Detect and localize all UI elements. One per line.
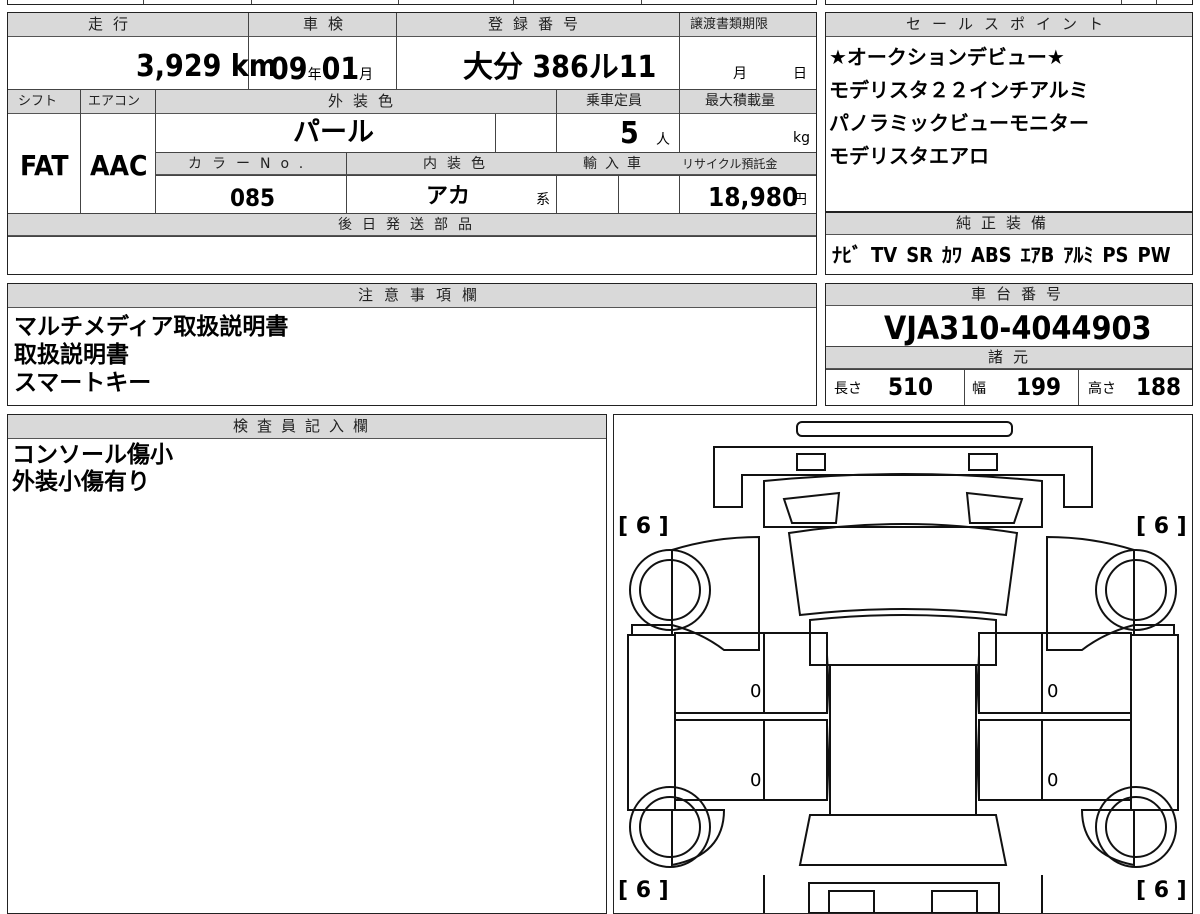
interior-color: アカ <box>426 184 471 209</box>
recycle-unit: 円 <box>793 192 807 208</box>
tire-reading-rear-left: [ 6 ] <box>618 878 669 903</box>
shift-label: シフト <box>18 94 58 109</box>
door-mark: 0 <box>750 681 761 702</box>
color-no-label: カラーNo. <box>188 156 314 172</box>
length-value: 510 <box>888 373 934 401</box>
max-load-label: 最大積載量 <box>705 93 775 109</box>
later-parts-label: 後日発送部品 <box>338 217 482 233</box>
interior-color-label: 内装色 <box>423 156 495 172</box>
inspection-date: 09年01月 <box>270 52 374 87</box>
deadline-month-unit: 月 <box>733 66 747 82</box>
specs-title: 諸元 <box>988 348 1039 366</box>
equipment-item: PW <box>1137 243 1171 267</box>
capacity-label: 乗車定員 <box>586 93 642 109</box>
door-mark: 0 <box>750 770 761 791</box>
vehicle-info-panel: 走行 車検 登録番号 譲渡書類期限 3,929 km 09年01月 大分 386… <box>7 12 817 275</box>
exterior-color: パール <box>293 117 374 148</box>
inspector-title: 検査員記入欄 <box>233 417 378 435</box>
notes-line: スマートキー <box>14 370 152 396</box>
chassis-panel: 車台番号 VJA310-4044903 諸元 長さ 510 幅 199 高さ 1… <box>825 283 1193 406</box>
sales-point-item: モデリスタエアロ <box>829 144 989 168</box>
tire-reading-front-right: [ 6 ] <box>1136 514 1187 539</box>
import-label: 輸入車 <box>583 156 649 172</box>
length-label: 長さ <box>834 381 862 397</box>
transfer-deadline-label: 譲渡書類期限 <box>690 17 769 32</box>
equipment-title: 純正装備 <box>956 214 1057 232</box>
vehicle-diagram-panel: [ 6 ] [ 6 ] [ 6 ] [ 6 ] 0 0 0 0 <box>613 414 1193 914</box>
registration-number: 大分 386ル11 <box>463 50 657 85</box>
capacity-value: 5 <box>620 116 639 151</box>
sales-point-item: ★オークションデビュー★ <box>829 45 1065 69</box>
recycle-fee: 18,980 <box>708 183 799 213</box>
top-strip-right <box>825 0 1193 5</box>
car-damage-diagram: [ 6 ] [ 6 ] [ 6 ] [ 6 ] 0 0 0 0 <box>618 421 1187 913</box>
notes-line: マルチメディア取扱説明書 <box>14 314 289 340</box>
height-value: 188 <box>1136 373 1182 401</box>
equipment-item: TV <box>871 243 898 267</box>
inspector-line: 外装小傷有り <box>12 469 150 495</box>
equipment-item: ｴｱB <box>1020 243 1055 267</box>
color-no-value: 085 <box>230 184 276 212</box>
door-mark: 0 <box>1047 770 1058 791</box>
equipment-item: PS <box>1102 243 1129 267</box>
chassis-number: VJA310-4044903 <box>884 309 1152 347</box>
chassis-title: 車台番号 <box>971 285 1072 303</box>
equipment-panel: 純正装備 ﾅﾋﾞ TV SR ｶﾜ ABS ｴｱB ｱﾙﾐ PS PW <box>825 212 1193 275</box>
equipment-item: ﾅﾋﾞ <box>832 243 862 267</box>
top-strip <box>7 0 817 5</box>
equipment-item: SR <box>906 243 934 267</box>
equipment-item: ABS <box>971 243 1012 267</box>
aircon-label: エアコン <box>88 94 141 109</box>
equipment-item: ｱﾙﾐ <box>1063 243 1094 267</box>
inspector-line: コンソール傷小 <box>12 442 173 468</box>
inspection-label: 車検 <box>303 15 354 33</box>
shift-value: FAT <box>20 149 69 182</box>
sales-points-panel: セールスポイント ★オークションデビュー★ モデリスタ２２インチアルミ パノラミ… <box>825 12 1193 212</box>
deadline-day-unit: 日 <box>793 66 807 82</box>
aircon-value: AAC <box>90 149 148 182</box>
sales-point-item: モデリスタ２２インチアルミ <box>829 78 1089 102</box>
sales-point-item: パノラミックビューモニター <box>829 111 1089 135</box>
height-label: 高さ <box>1088 381 1116 397</box>
equipment-item: ｶﾜ <box>942 243 963 267</box>
equipment-list: ﾅﾋﾞ TV SR ｶﾜ ABS ｴｱB ｱﾙﾐ PS PW <box>832 245 1171 265</box>
mileage-label: 走行 <box>88 15 139 33</box>
inspector-panel: 検査員記入欄 コンソール傷小 外装小傷有り <box>7 414 607 914</box>
notes-panel: 注意事項欄 マルチメディア取扱説明書 取扱説明書 スマートキー <box>7 283 817 406</box>
tire-reading-rear-right: [ 6 ] <box>1136 878 1187 903</box>
notes-line: 取扱説明書 <box>14 342 129 368</box>
width-label: 幅 <box>972 381 986 397</box>
exterior-color-label: 外装色 <box>328 92 404 110</box>
notes-title: 注意事項欄 <box>358 286 489 304</box>
max-load-unit: kg <box>793 130 810 146</box>
recycle-label: リサイクル預託金 <box>682 157 778 171</box>
tire-reading-front-left: [ 6 ] <box>618 514 669 539</box>
capacity-unit: 人 <box>656 132 670 148</box>
mileage-value: 3,929 km <box>136 49 277 84</box>
interior-suffix: 系 <box>536 192 550 208</box>
door-mark: 0 <box>1047 681 1058 702</box>
sales-points-title: セールスポイント <box>906 15 1115 33</box>
registration-label: 登録番号 <box>488 15 589 33</box>
width-value: 199 <box>1016 373 1062 401</box>
